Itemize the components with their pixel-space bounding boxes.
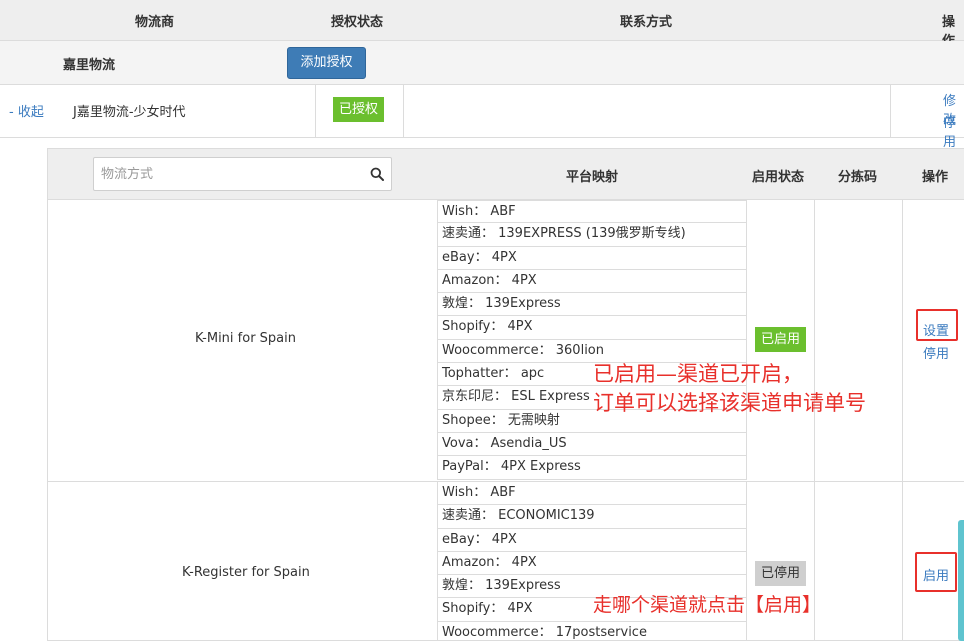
enabled-annotation: 已启用—渠道已开启， 订单可以选择该渠道申请单号 <box>593 360 866 418</box>
mapping-item: Wish： ABF <box>437 200 747 224</box>
mapping-item: Woocommerce： 17postservice <box>437 621 747 641</box>
platform-mapping-list: Wish： ABF 速卖通： ECONOMIC139 eBay： 4PX Ama… <box>437 482 747 641</box>
mapping-item: Amazon： 4PX <box>437 269 747 294</box>
highlight-box <box>915 552 957 592</box>
divider <box>403 85 404 138</box>
scrollbar-handle[interactable] <box>958 520 964 641</box>
platform-mapping-list: Wish： ABF 速卖通： 139EXPRESS (139俄罗斯专线) eBa… <box>437 200 747 480</box>
carrier-row: 嘉里物流 <box>0 41 964 85</box>
divider <box>814 200 815 641</box>
mapping-item: 敦煌： 139Express <box>437 293 747 317</box>
header-contact: 联系方式 <box>620 15 673 30</box>
mapping-item: PayPal： 4PX Express <box>437 456 747 480</box>
header-enable-status: 启用状态 <box>752 170 805 185</box>
collapse-link[interactable]: - 收起 <box>9 101 44 120</box>
mapping-item: Shopify： 4PX <box>437 316 747 340</box>
enable-annotation: 走哪个渠道就点击【启用】 <box>593 594 822 616</box>
disable-account-link[interactable]: 停用 <box>943 112 964 150</box>
mapping-item: eBay： 4PX <box>437 528 747 552</box>
mapping-item: Vova： Asendia_US <box>437 432 747 457</box>
channel-name: K-Register for Spain <box>182 565 310 580</box>
mapping-item: Amazon： 4PX <box>437 551 747 576</box>
header-auth-status: 授权状态 <box>331 15 384 30</box>
divider <box>902 200 903 641</box>
channel-name: K-Mini for Spain <box>195 331 296 346</box>
enabled-annotation-line: 订单可以选择该渠道申请单号 <box>593 391 866 415</box>
channel-disable-link[interactable]: 停用 <box>923 343 949 362</box>
enabled-annotation-line: 已启用—渠道已开启， <box>593 362 803 386</box>
channel-search-input[interactable] <box>94 158 354 190</box>
disabled-badge: 已停用 <box>755 561 806 586</box>
account-name: J嘉里物流-少女时代 <box>73 105 186 120</box>
header-carrier: 物流商 <box>135 15 175 30</box>
search-icon[interactable] <box>370 167 384 181</box>
highlight-box <box>916 309 958 341</box>
divider <box>315 85 316 138</box>
mapping-item: eBay： 4PX <box>437 246 747 270</box>
mapping-item: 速卖通： 139EXPRESS (139俄罗斯专线) <box>437 223 747 247</box>
header-platform-mapping: 平台映射 <box>566 170 619 185</box>
header-channel-operation: 操作 <box>922 170 949 185</box>
channel-search-box[interactable] <box>93 157 392 191</box>
carrier-name: 嘉里物流 <box>63 58 116 73</box>
authorized-badge: 已授权 <box>333 97 384 122</box>
divider <box>890 85 891 138</box>
header-sort-code: 分拣码 <box>838 170 878 185</box>
mapping-item: Wish： ABF <box>437 482 747 506</box>
table-header: 物流商 授权状态 联系方式 操作 <box>0 0 964 49</box>
add-authorization-button[interactable]: 添加授权 <box>287 47 366 79</box>
enabled-badge: 已启用 <box>755 327 806 352</box>
mapping-item: 速卖通： ECONOMIC139 <box>437 505 747 529</box>
